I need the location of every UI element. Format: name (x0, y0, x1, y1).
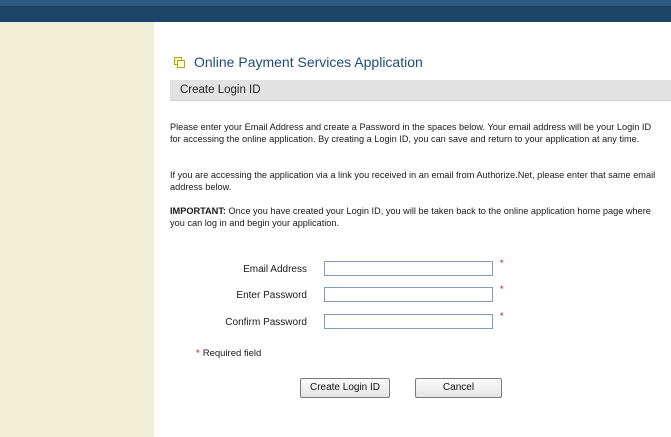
top-banner-strip (0, 0, 671, 6)
main-content: Online Payment Services Application Crea… (170, 22, 671, 437)
instructions-paragraph-2: If you are accessing the application via… (170, 170, 656, 192)
page-header: Online Payment Services Application (174, 54, 423, 70)
instructions-paragraph-1: Please enter your Email Address and crea… (170, 122, 652, 144)
required-star: * (500, 258, 504, 268)
important-label: IMPORTANT: (170, 206, 226, 216)
email-field[interactable] (324, 261, 493, 276)
confirm-password-field[interactable] (324, 314, 493, 329)
confirm-password-label: Confirm Password (225, 317, 307, 328)
password-row: Enter Password * (170, 284, 671, 305)
section-header: Create Login ID (170, 80, 671, 101)
top-banner (0, 0, 671, 22)
page-title: Online Payment Services Application (194, 54, 423, 70)
document-copy-icon (174, 56, 185, 68)
cancel-button[interactable]: Cancel (415, 378, 502, 398)
required-star: * (500, 311, 504, 321)
email-row: Email Address * (170, 258, 671, 279)
section-title: Create Login ID (180, 84, 261, 96)
email-label: Email Address (243, 264, 307, 275)
create-login-id-button[interactable]: Create Login ID (300, 378, 390, 398)
left-sidebar (0, 22, 154, 437)
required-star: * (196, 348, 200, 359)
password-field[interactable] (324, 287, 493, 302)
required-star: * (500, 284, 504, 294)
required-field-text: Required field (202, 348, 262, 359)
password-label: Enter Password (236, 290, 307, 301)
instructions-paragraph-3: IMPORTANT: Once you have created your Lo… (170, 206, 664, 229)
important-text: Once you have created your Login ID, you… (170, 206, 651, 228)
required-field-note: * Required field (196, 348, 261, 359)
confirm-password-row: Confirm Password * (170, 311, 671, 332)
